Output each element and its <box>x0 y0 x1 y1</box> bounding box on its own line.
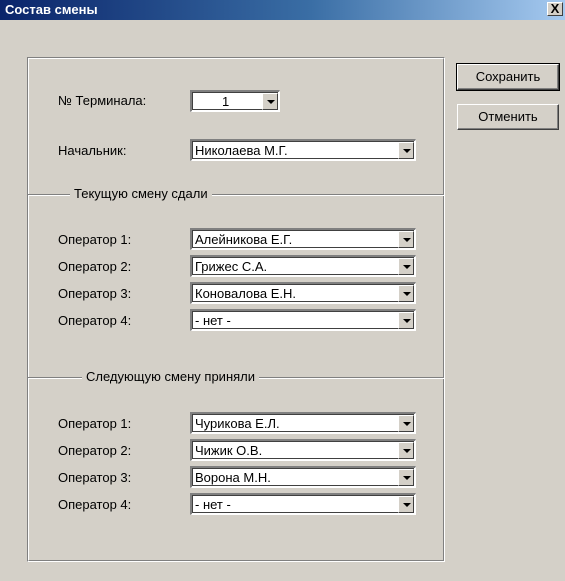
close-icon: X <box>550 1 560 16</box>
shift-composition-dialog: Состав смены X № Терминала: 1 Начальник:… <box>0 0 565 581</box>
chevron-down-icon[interactable] <box>398 142 414 159</box>
handed-operator-4-label: Оператор 4: <box>58 313 132 328</box>
chief-value: Николаева М.Г. <box>195 143 288 158</box>
taken-operator-3-label: Оператор 3: <box>58 470 132 485</box>
taken-operator-4-value: - нет - <box>195 497 231 512</box>
chevron-down-icon[interactable] <box>398 312 414 329</box>
handed-operator-2-value: Грижес С.А. <box>195 259 268 274</box>
chevron-down-icon[interactable] <box>398 415 414 432</box>
handed-operator-1-select[interactable]: Алейникова Е.Г. <box>190 228 416 250</box>
taken-operator-2-select[interactable]: Чижик О.В. <box>190 439 416 461</box>
window-title: Состав смены <box>5 2 98 17</box>
terminal-select[interactable]: 1 <box>190 90 280 112</box>
terminal-value: 1 <box>222 94 230 109</box>
cancel-button[interactable]: Отменить <box>457 104 559 130</box>
chevron-down-icon[interactable] <box>262 93 278 110</box>
handed-operator-3-label: Оператор 3: <box>58 286 132 301</box>
chief-select[interactable]: Николаева М.Г. <box>190 139 416 161</box>
chevron-down-icon[interactable] <box>398 258 414 275</box>
taken-operator-2-value: Чижик О.В. <box>195 443 263 458</box>
taken-operator-3-select[interactable]: Ворона М.Н. <box>190 466 416 488</box>
group-title-taken-over: Следующую смену приняли <box>82 369 260 385</box>
terminal-label: № Терминала: <box>58 93 147 108</box>
handed-operator-2-select[interactable]: Грижес С.А. <box>190 255 416 277</box>
chevron-down-icon[interactable] <box>398 496 414 513</box>
chevron-down-icon[interactable] <box>398 285 414 302</box>
chevron-down-icon[interactable] <box>398 469 414 486</box>
handed-operator-4-value: - нет - <box>195 313 231 328</box>
title-bar[interactable]: Состав смены X <box>0 0 565 20</box>
handed-operator-1-value: Алейникова Е.Г. <box>195 232 293 247</box>
group-title-handed-over: Текущую смену сдали <box>70 186 212 202</box>
taken-operator-3-value: Ворона М.Н. <box>195 470 271 485</box>
save-button[interactable]: Сохранить <box>456 63 560 91</box>
taken-operator-4-select[interactable]: - нет - <box>190 493 416 515</box>
handed-operator-2-label: Оператор 2: <box>58 259 132 274</box>
handed-operator-4-select[interactable]: - нет - <box>190 309 416 331</box>
handed-operator-3-value: Коновалова Е.Н. <box>195 286 297 301</box>
taken-operator-2-label: Оператор 2: <box>58 443 132 458</box>
handed-operator-3-select[interactable]: Коновалова Е.Н. <box>190 282 416 304</box>
chevron-down-icon[interactable] <box>398 442 414 459</box>
handed-operator-1-label: Оператор 1: <box>58 232 132 247</box>
chief-label: Начальник: <box>58 143 127 158</box>
chevron-down-icon[interactable] <box>398 231 414 248</box>
taken-operator-1-select[interactable]: Чурикова Е.Л. <box>190 412 416 434</box>
taken-operator-1-label: Оператор 1: <box>58 416 132 431</box>
close-button[interactable]: X <box>547 2 563 16</box>
taken-operator-4-label: Оператор 4: <box>58 497 132 512</box>
taken-operator-1-value: Чурикова Е.Л. <box>195 416 280 431</box>
